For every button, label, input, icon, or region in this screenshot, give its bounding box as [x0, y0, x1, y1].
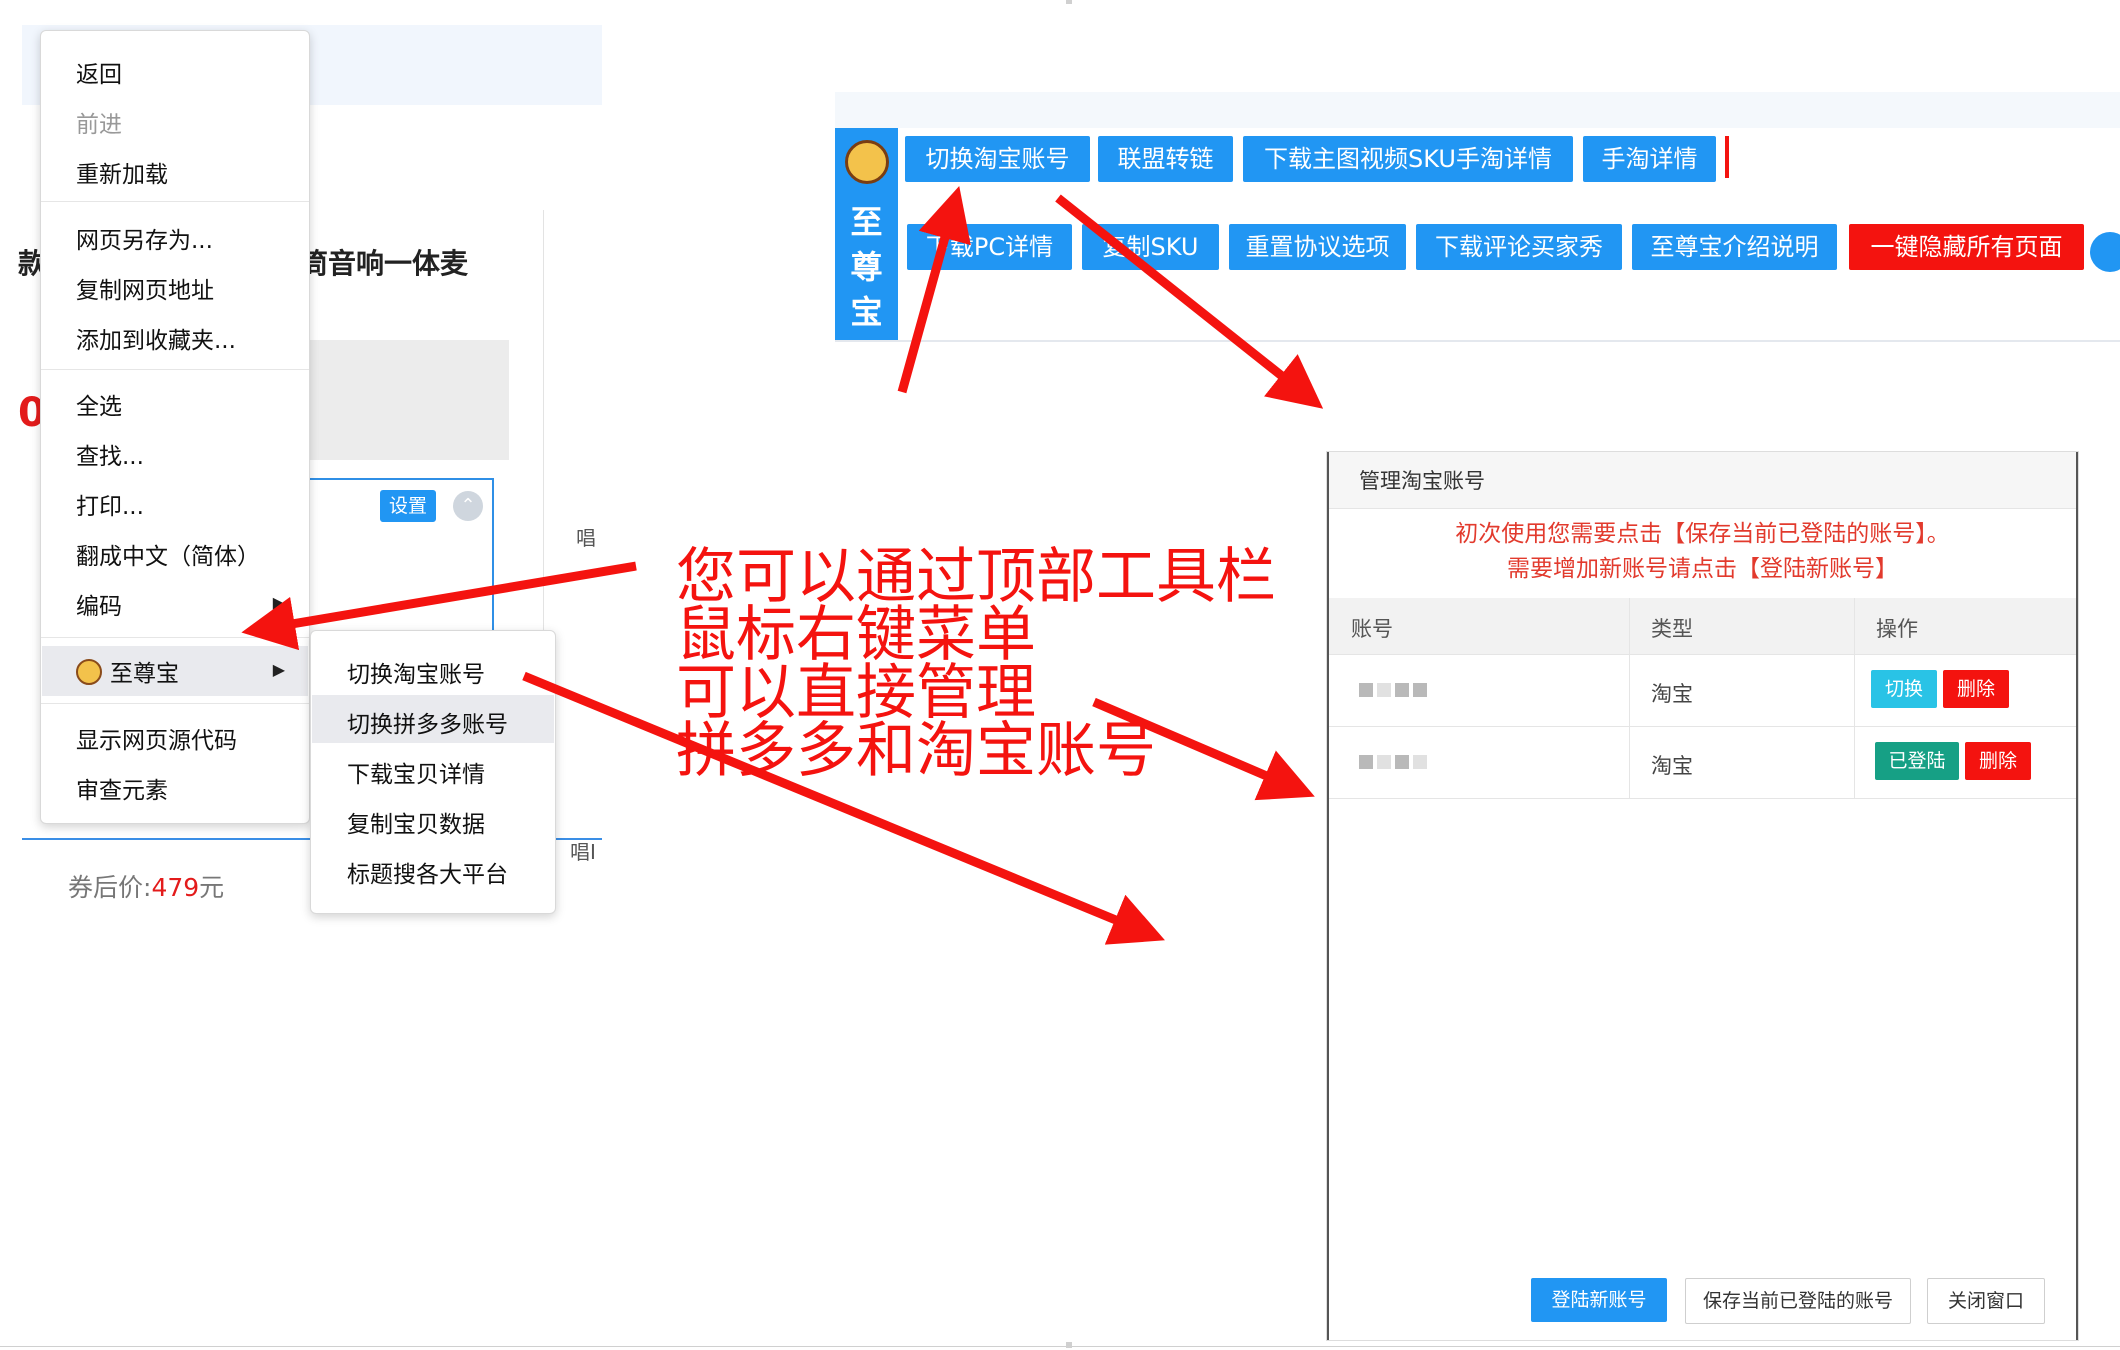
- arrow-from-submenu: [522, 671, 1165, 945]
- document-handle: [1066, 1342, 1072, 1348]
- arrow-to-menu: [241, 561, 637, 651]
- document-edge: [0, 1346, 2120, 1347]
- arrow-to-toolbar: [897, 185, 971, 394]
- annotation-arrows: [241, 185, 1324, 945]
- document-handle: [1066, 0, 1072, 4]
- arrow-to-dialog-top: [1055, 194, 1324, 409]
- arrow-to-dialog-rows: [1092, 697, 1315, 801]
